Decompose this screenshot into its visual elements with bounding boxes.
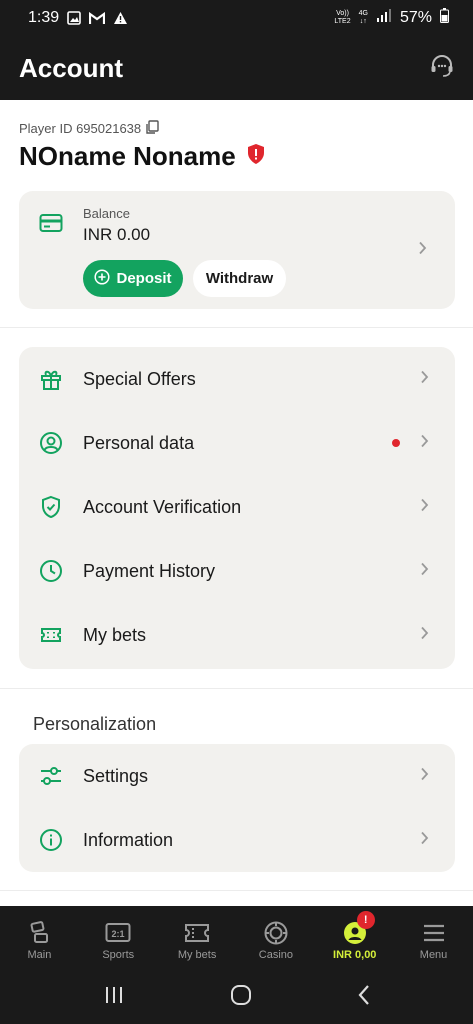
status-bar: 1:39 Vo)) LTE2 4G ↓↑ 57% (0, 0, 473, 36)
battery-text: 57% (399, 9, 432, 26)
balance-label: Balance (83, 206, 130, 221)
chevron-right-icon (420, 767, 429, 786)
gallery-icon (67, 11, 81, 25)
hamburger-icon (422, 920, 446, 946)
nav-main[interactable]: Main (0, 906, 79, 970)
section-title-personalization: Personalization (33, 714, 157, 734)
profile-section: Player ID 695021638 NOname Noname (19, 119, 459, 172)
unverified-shield-icon[interactable] (246, 143, 266, 170)
back-button[interactable] (357, 984, 371, 1011)
balance-value: INR 0.00 (83, 225, 151, 244)
main-icon (27, 920, 51, 946)
account-menu: Special Offers Personal data Account Ver… (19, 347, 455, 669)
nav-sports[interactable]: 2:1 Sports (79, 906, 158, 970)
chevron-right-icon (418, 241, 427, 260)
personalization-menu: Settings Information (19, 744, 455, 872)
player-name: NOname Noname (19, 141, 236, 171)
gmail-icon (89, 11, 106, 25)
withdraw-label: Withdraw (205, 270, 274, 287)
nav-label: Main (27, 949, 52, 961)
volte-indicator: Vo)) LTE2 (334, 10, 350, 26)
menu-item-label: Special Offers (83, 368, 196, 389)
net-type-text: 4G (358, 10, 368, 17)
nav-my-bets[interactable]: My bets (158, 906, 237, 970)
system-navigation-bar (0, 970, 473, 1024)
chevron-right-icon (420, 370, 429, 389)
support-button[interactable] (427, 53, 457, 83)
user-circle-icon (38, 430, 64, 456)
sliders-icon (38, 763, 64, 789)
menu-item-label: Information (83, 829, 174, 850)
clock-icon (38, 558, 64, 584)
shield-check-icon (38, 494, 64, 520)
deposit-label: Deposit (116, 270, 172, 287)
menu-item-information[interactable]: Information (19, 808, 455, 872)
section-divider (0, 327, 473, 328)
gift-icon (38, 366, 64, 392)
balance-card[interactable]: Balance INR 0.00 Deposit Withdraw (19, 191, 455, 309)
alert-badge: ! (356, 911, 375, 929)
menu-item-special-offers[interactable]: Special Offers (19, 347, 455, 411)
withdraw-button[interactable]: Withdraw (193, 260, 286, 297)
nav-label: Casino (258, 949, 294, 961)
page-title: Account (19, 52, 123, 83)
menu-item-label: Personal data (83, 432, 195, 453)
volte-bottom-text: LTE2 (334, 18, 351, 25)
menu-item-my-bets[interactable]: My bets (19, 603, 455, 667)
deposit-button[interactable]: Deposit (83, 260, 183, 297)
player-id: Player ID 695021638 (19, 120, 142, 136)
menu-item-personal-data[interactable]: Personal data (19, 411, 455, 475)
wallet-card-icon (39, 213, 63, 238)
menu-item-label: Settings (83, 765, 149, 786)
copy-icon[interactable] (145, 119, 159, 137)
nav-label: Sports (102, 949, 135, 961)
section-divider (0, 890, 473, 891)
nav-menu[interactable]: Menu (394, 906, 473, 970)
home-button[interactable] (230, 984, 252, 1011)
casino-chip-icon (264, 920, 288, 946)
nav-label: INR 0,00 (333, 949, 377, 961)
section-divider (0, 688, 473, 689)
data-indicator: 4G ↓↑ (359, 10, 368, 26)
battery-icon (440, 8, 449, 28)
nav-label: Menu (419, 949, 448, 961)
chevron-right-icon (420, 562, 429, 581)
menu-item-payment-history[interactable]: Payment History (19, 539, 455, 603)
ticket-icon (38, 622, 64, 648)
app-header: Account (0, 36, 473, 100)
menu-item-label: Account Verification (83, 496, 242, 517)
nav-account[interactable]: ! INR 0,00 (315, 906, 394, 970)
plus-circle-icon (94, 268, 111, 289)
status-time: 1:39 (28, 9, 60, 26)
menu-item-account-verification[interactable]: Account Verification (19, 475, 455, 539)
data-arrows-icon: ↓↑ (359, 18, 367, 25)
nav-casino[interactable]: Casino (236, 906, 315, 970)
sports-icon-text: 2:1 (112, 929, 125, 939)
menu-item-label: Payment History (83, 560, 216, 581)
bottom-navigation: Main 2:1 Sports My bets Casino ! INR 0,0… (0, 906, 473, 970)
chevron-right-icon (420, 434, 429, 453)
signal-icon (376, 9, 392, 27)
chevron-right-icon (420, 626, 429, 645)
menu-item-settings[interactable]: Settings (19, 744, 455, 808)
recent-apps-button[interactable] (103, 985, 125, 1010)
nav-label: My bets (177, 949, 217, 961)
info-icon (38, 827, 64, 853)
ticket-icon (184, 920, 210, 946)
notification-dot (392, 439, 400, 447)
volte-top-text: Vo)) (336, 10, 349, 17)
chevron-right-icon (420, 498, 429, 517)
menu-item-label: My bets (83, 624, 147, 645)
headset-icon (429, 53, 455, 84)
warning-icon (113, 11, 128, 25)
sports-icon: 2:1 (105, 920, 131, 946)
chevron-right-icon (420, 831, 429, 850)
